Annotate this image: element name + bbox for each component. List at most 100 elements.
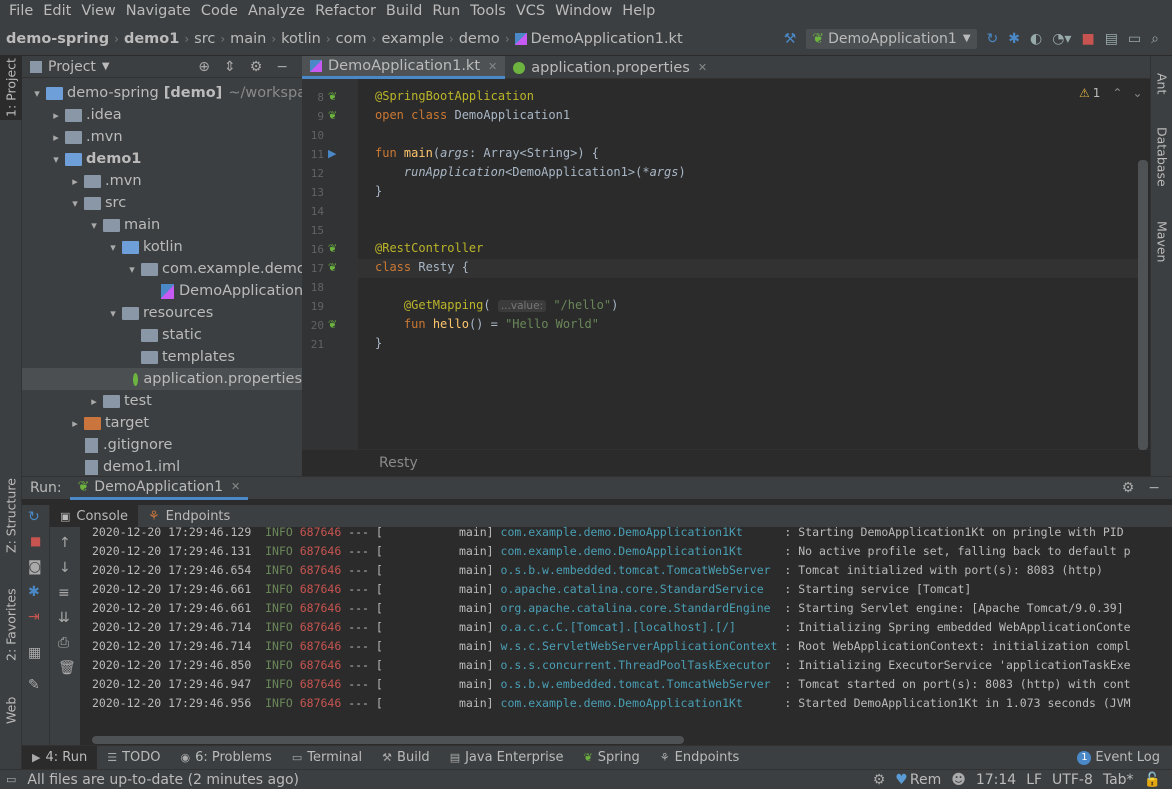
menu-analyze[interactable]: Analyze: [243, 3, 310, 19]
code-line[interactable]: runApplication<DemoApplication1>(*args): [375, 165, 686, 179]
tree-item[interactable]: ▾ com.example.demo: [22, 258, 302, 280]
rerun-icon[interactable]: ↻: [28, 509, 40, 525]
status-message[interactable]: All files are up-to-date (2 minutes ago): [27, 772, 299, 788]
pin-icon[interactable]: ✎: [28, 677, 40, 693]
spring-bean-icon[interactable]: ❦: [328, 109, 337, 122]
tool-tab-ant[interactable]: Ant: [1151, 64, 1172, 104]
breadcrumb-item[interactable]: com: [336, 31, 367, 47]
bottom-tab[interactable]: ⚘ Endpoints: [650, 750, 750, 765]
person-icon[interactable]: ☻: [951, 772, 966, 788]
breadcrumb-class[interactable]: Resty: [379, 455, 418, 471]
spring-bean-icon[interactable]: ❦: [328, 242, 337, 255]
chevron-up-icon[interactable]: ⌃: [1112, 86, 1122, 100]
print-icon[interactable]: ⎙: [58, 635, 69, 651]
gear-icon[interactable]: ⚙: [250, 59, 263, 75]
camera-icon[interactable]: ◙: [28, 559, 42, 575]
breadcrumb-item[interactable]: example: [381, 31, 443, 47]
expand-arrow-icon[interactable]: ▸: [68, 417, 82, 430]
spring-bean-icon[interactable]: ❦: [328, 261, 337, 274]
tree-item[interactable]: ▾ demo1: [22, 148, 141, 170]
close-icon[interactable]: ✕: [231, 480, 240, 493]
terminal-icon[interactable]: ▭: [1128, 31, 1141, 47]
breadcrumb-item[interactable]: main: [230, 31, 266, 47]
rerun-icon[interactable]: ↻: [987, 31, 999, 47]
menu-run[interactable]: Run: [427, 3, 465, 19]
lock-icon[interactable]: 🔓: [1144, 772, 1161, 788]
menu-file[interactable]: File: [4, 3, 38, 19]
expand-arrow-icon[interactable]: ▾: [87, 219, 101, 232]
tree-item[interactable]: application.properties: [22, 368, 302, 390]
coverage-icon[interactable]: ◐: [1030, 31, 1042, 47]
breadcrumb-item[interactable]: src: [194, 31, 215, 47]
tool-tab-favorites[interactable]: 2: Favorites: [0, 582, 22, 668]
menu-build[interactable]: Build: [381, 3, 427, 19]
expand-arrow-icon[interactable]: ▸: [87, 395, 101, 408]
tree-item[interactable]: ▾ demo-spring[demo] ~/workspace: [22, 82, 302, 104]
arrow-up-icon[interactable]: ↑: [59, 535, 71, 551]
breadcrumb-item[interactable]: kotlin: [281, 31, 321, 47]
run-config-dropdown[interactable]: ❦ DemoApplication1 ▼: [806, 28, 977, 49]
code-line[interactable]: @RestController: [375, 241, 483, 255]
tree-item[interactable]: templates: [22, 346, 235, 368]
hammer-icon[interactable]: ⚒: [784, 31, 797, 47]
bottom-tab[interactable]: ▤ Java Enterprise: [440, 750, 574, 765]
tree-item[interactable]: ▸ test: [22, 390, 152, 412]
status-toggle-icon[interactable]: ▭: [6, 773, 16, 786]
expand-arrow-icon[interactable]: ▾: [106, 241, 120, 254]
code-line[interactable]: @SpringBootApplication: [375, 89, 534, 103]
tree-item[interactable]: demo1.iml: [22, 456, 180, 476]
chevron-down-icon[interactable]: ⌄: [1132, 86, 1142, 100]
menu-code[interactable]: Code: [196, 3, 243, 19]
scroll-to-end-icon[interactable]: ⇊: [58, 610, 70, 626]
menu-view[interactable]: View: [76, 3, 120, 19]
bottom-tab[interactable]: ⚒ Build: [372, 750, 440, 765]
tool-tab-web[interactable]: Web: [0, 686, 22, 734]
endpoints-tab[interactable]: ⚘ Endpoints: [138, 509, 240, 524]
tool-tab-database[interactable]: Database: [1151, 118, 1172, 196]
hide-icon[interactable]: −: [276, 59, 288, 75]
menu-refactor[interactable]: Refactor: [310, 3, 381, 19]
tree-item[interactable]: ▸ .mvn: [22, 126, 122, 148]
editor-tab[interactable]: application.properties ✕: [505, 56, 715, 79]
spring-bean-icon[interactable]: ❦: [328, 318, 337, 331]
tree-item[interactable]: ▾ src: [22, 192, 126, 214]
code-line[interactable]: }: [375, 336, 382, 350]
exit-icon[interactable]: ⇥: [28, 609, 40, 625]
spring-bean-icon[interactable]: ❦: [328, 90, 337, 103]
search-icon[interactable]: ⌕: [1151, 31, 1159, 47]
profile-icon[interactable]: ◔▾: [1052, 31, 1071, 47]
console-scrollbar[interactable]: [92, 736, 684, 744]
editor-scrollbar[interactable]: [1138, 160, 1148, 450]
expand-arrow-icon[interactable]: ▸: [49, 109, 63, 122]
stop-icon[interactable]: ■: [1081, 31, 1094, 47]
breadcrumb-item[interactable]: demo-spring: [6, 31, 109, 47]
tool-tab-maven[interactable]: Maven: [1151, 210, 1172, 274]
code-line[interactable]: }: [375, 184, 382, 198]
editor-tab[interactable]: DemoApplication1.kt ✕: [302, 56, 506, 79]
menu-tools[interactable]: Tools: [465, 3, 511, 19]
menu-help[interactable]: Help: [617, 3, 660, 19]
menu-window[interactable]: Window: [550, 3, 617, 19]
layout-icon[interactable]: ▦: [28, 645, 41, 661]
stop-icon[interactable]: ■: [30, 534, 41, 548]
code-line[interactable]: open class DemoApplication1: [375, 108, 570, 122]
file-encoding[interactable]: UTF-8: [1052, 772, 1093, 788]
expand-arrow-icon[interactable]: ▾: [30, 87, 44, 100]
code-line[interactable]: class Resty {: [375, 260, 469, 274]
project-structure-icon[interactable]: ▤: [1105, 31, 1118, 47]
bottom-tab[interactable]: ◉ 6: Problems: [170, 750, 281, 765]
code-editor[interactable]: 8 ❦ 9 ❦ 10 11 ▶ 12 13 14 15 16 ❦ 17 ❦ 18 19 20 ❦ 21 @Spring…: [302, 79, 1150, 476]
debug-icon[interactable]: ✱: [1008, 31, 1020, 47]
tree-item[interactable]: .gitignore: [22, 434, 172, 456]
tree-item[interactable]: ▸ target: [22, 412, 149, 434]
breadcrumb-item[interactable]: demo1: [124, 31, 179, 47]
tree-item[interactable]: static: [22, 324, 202, 346]
soft-wrap-icon[interactable]: ≡: [58, 585, 70, 601]
menu-edit[interactable]: Edit: [38, 3, 76, 19]
code-line[interactable]: fun main(args: Array<String>) {: [375, 146, 599, 160]
tree-item[interactable]: ▸ .mvn: [22, 170, 141, 192]
collapse-all-icon[interactable]: ⇕: [224, 59, 236, 75]
event-log-button[interactable]: 1 Event Log: [1077, 750, 1172, 765]
breadcrumb-item[interactable]: DemoApplication1.kt: [514, 31, 683, 47]
trash-icon[interactable]: 🗑: [58, 660, 76, 676]
